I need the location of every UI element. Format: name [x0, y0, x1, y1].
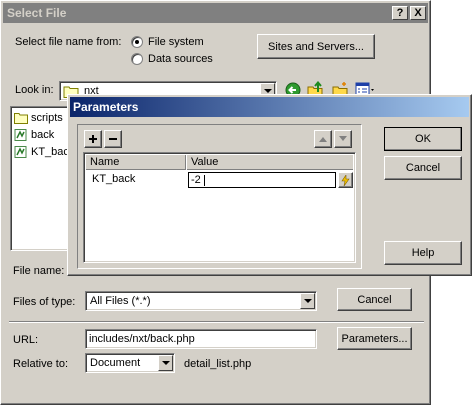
plus-icon [89, 135, 97, 143]
parameters-titlebar[interactable]: Parameters [70, 97, 469, 117]
relative-to-label: Relative to: [13, 358, 69, 370]
parameter-name-cell[interactable]: KT_back [92, 173, 135, 185]
parameters-title: Parameters [73, 100, 139, 114]
file-list-item[interactable]: back [14, 127, 54, 143]
sites-and-servers-button[interactable]: Sites and Servers... [257, 34, 375, 59]
file-list-item[interactable]: KT_back [14, 144, 74, 160]
move-up-button[interactable] [314, 130, 332, 148]
help-title-button[interactable]: ? [392, 6, 408, 20]
url-input[interactable]: includes/nxt/back.php [85, 329, 317, 349]
chevron-down-icon [263, 89, 272, 93]
chevron-down-icon [161, 361, 170, 365]
text-cursor [204, 175, 205, 186]
remove-parameter-button[interactable] [104, 130, 122, 148]
look-in-label: Look in: [15, 84, 54, 96]
triangle-down-icon [339, 136, 347, 141]
url-label: URL: [13, 334, 39, 346]
relative-to-arrow-button[interactable] [158, 355, 173, 371]
relative-to-dropdown[interactable]: Document [85, 353, 175, 373]
relative-to-value: Document [90, 357, 141, 369]
dreamweaver-file-icon [14, 129, 27, 141]
parameter-value-text: -2 [191, 174, 201, 186]
file-name: back [31, 129, 55, 141]
table-header-value[interactable]: Value [187, 155, 353, 170]
data-sources-radio[interactable] [131, 53, 143, 65]
folder-icon [14, 113, 28, 124]
files-of-type-dropdown[interactable]: All Files (*.*) [85, 291, 317, 311]
triangle-up-icon [319, 137, 327, 142]
parameters-button[interactable]: Parameters... [337, 327, 412, 350]
files-of-type-arrow-button[interactable] [300, 293, 315, 309]
file-system-label[interactable]: File system [148, 36, 204, 48]
files-of-type-label: Files of type: [13, 296, 76, 308]
move-down-button[interactable] [334, 130, 352, 148]
help-button[interactable]: Help [384, 241, 462, 265]
file-system-radio[interactable] [131, 36, 143, 48]
file-list-item[interactable]: scripts [14, 110, 63, 126]
url-value: includes/nxt/back.php [89, 333, 195, 345]
parameters-table[interactable]: Name Value KT_back -2 [83, 152, 356, 263]
column-name-label: Name [90, 156, 120, 168]
table-header-name[interactable]: Name [86, 155, 186, 170]
parameter-value-input[interactable]: -2 [188, 172, 336, 188]
add-parameter-button[interactable] [84, 130, 102, 148]
minus-icon [109, 138, 117, 140]
radio-selected-dot [135, 40, 139, 44]
select-file-title: Select File [7, 6, 67, 20]
relative-file-name: detail_list.php [184, 358, 252, 370]
parameters-panel: Name Value KT_back -2 [77, 124, 362, 269]
chevron-down-icon [303, 299, 312, 303]
parameters-dialog: Parameters Name Value KT_back -2 OK Canc… [67, 94, 472, 276]
select-file-titlebar[interactable]: Select File ? X [3, 3, 428, 23]
separator-line [9, 321, 424, 323]
table-row[interactable]: KT_back -2 [86, 171, 353, 189]
ok-button[interactable]: OK [384, 127, 462, 151]
dreamweaver-file-icon [14, 146, 27, 158]
lightning-icon [341, 174, 350, 186]
select-from-label: Select file name from: [15, 36, 122, 48]
select-cancel-button[interactable]: Cancel [337, 288, 412, 311]
close-title-button[interactable]: X [410, 6, 426, 20]
files-of-type-value: All Files (*.*) [90, 295, 151, 307]
parameters-cancel-button[interactable]: Cancel [384, 156, 462, 180]
file-name: scripts [31, 112, 63, 124]
data-sources-label[interactable]: Data sources [148, 53, 213, 65]
dynamic-data-button[interactable] [338, 172, 353, 188]
column-value-label: Value [191, 156, 219, 168]
file-name-label: File name: [13, 265, 65, 277]
